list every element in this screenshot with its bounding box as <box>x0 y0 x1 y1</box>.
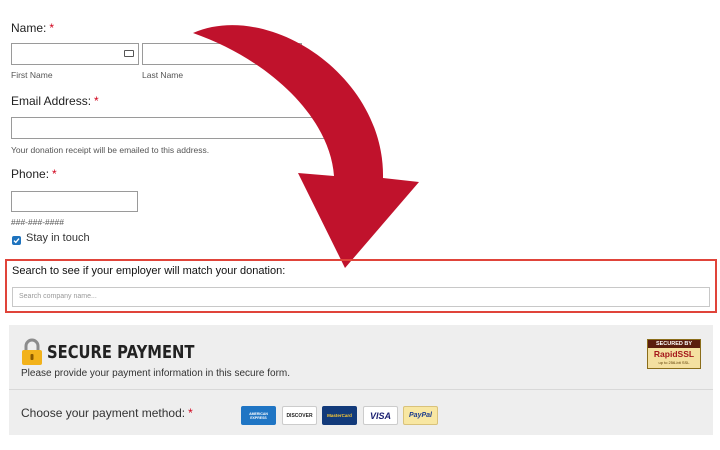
phone-label: Phone: * <box>11 167 57 181</box>
check-icon <box>13 238 20 244</box>
rapidssl-badge-top: SECURED BY <box>648 340 700 348</box>
payment-divider <box>9 389 713 390</box>
email-hint: Your donation receipt will be emailed to… <box>11 145 210 155</box>
company-search-placeholder: Search company name... <box>19 293 97 300</box>
discover-card-icon[interactable]: DISCOVER <box>282 406 317 425</box>
paypal-icon[interactable]: PayPal <box>403 406 438 425</box>
contact-card-icon <box>124 50 134 57</box>
secure-payment-panel: SECURE PAYMENT Please provide your payme… <box>9 325 713 435</box>
first-name-hint: First Name <box>11 70 53 80</box>
first-name-input[interactable] <box>11 43 139 65</box>
rapidssl-badge: SECURED BY RapidSSL up to 256-bit SSL <box>647 339 701 369</box>
stay-in-touch-checkbox[interactable] <box>12 236 21 245</box>
last-name-hint: Last Name <box>142 70 184 80</box>
email-input[interactable] <box>11 117 333 139</box>
employer-match-section: Search to see if your employer will matc… <box>5 259 717 313</box>
required-marker: * <box>52 167 57 181</box>
email-label: Email Address: * <box>11 94 99 108</box>
name-label: Name: * <box>11 21 55 35</box>
rapidssl-badge-brand: RapidSSL <box>653 349 695 359</box>
phone-format-hint: ###-###-#### <box>11 217 64 227</box>
phone-input[interactable] <box>11 191 138 212</box>
secure-payment-subtitle: Please provide your payment information … <box>21 368 291 379</box>
mastercard-icon[interactable]: MasterCard <box>322 406 357 425</box>
secure-payment-title: SECURE PAYMENT <box>47 342 195 363</box>
required-marker: * <box>188 406 193 420</box>
company-search-input[interactable]: Search company name... <box>12 287 710 307</box>
payment-method-label: Choose your payment method: * <box>21 406 193 420</box>
required-marker: * <box>94 94 99 108</box>
stay-in-touch-label[interactable]: Stay in touch <box>26 232 90 244</box>
last-name-input[interactable] <box>142 43 302 65</box>
employer-match-label: Search to see if your employer will matc… <box>12 265 286 277</box>
rapidssl-badge-bottom: up to 256-bit SSL <box>658 360 690 365</box>
amex-card-icon[interactable]: AMERICAN EXPRESS <box>241 406 276 425</box>
padlock-icon <box>22 338 42 365</box>
visa-card-icon[interactable]: VISA <box>363 406 398 425</box>
required-marker: * <box>49 21 55 35</box>
